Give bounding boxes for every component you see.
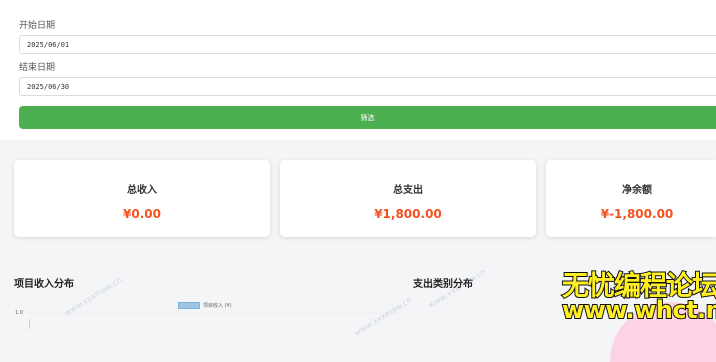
legend-label: 项目收入 (¥) [203,303,232,309]
income-card: 总收入 ¥0.00 [14,160,270,237]
stamp-url: www.whct.net [561,295,716,325]
y-axis-line [29,319,30,329]
project-income-title: 项目收入分布 [14,279,74,290]
y-tick-label: 1.0 [15,310,23,316]
expense-title: 总支出 [393,185,423,196]
filter-button[interactable]: 筛选 [19,106,716,129]
project-income-chart: 项目收入 (¥) 1.0 [12,295,404,329]
gridline [29,313,404,314]
income-title: 总收入 [127,185,157,196]
expense-value: ¥1,800.00 [374,207,442,221]
filter-panel: 开始日期 结束日期 筛选 [0,0,716,140]
balance-card: 净余额 ¥-1,800.00 [546,160,716,237]
end-date-input[interactable] [19,77,716,96]
expense-card: 总支出 ¥1,800.00 [280,160,536,237]
balance-title: 净余额 [622,185,652,196]
forum-stamp: 无忧编程论坛 www.whct.net [560,264,716,329]
income-value: ¥0.00 [123,207,161,221]
start-date-label: 开始日期 [19,21,56,31]
start-date-input[interactable] [19,35,716,54]
expense-category-title: 支出类别分布 [413,279,473,290]
balance-value: ¥-1,800.00 [600,207,674,221]
legend-swatch[interactable] [178,302,200,309]
end-date-label: 结束日期 [19,63,56,73]
